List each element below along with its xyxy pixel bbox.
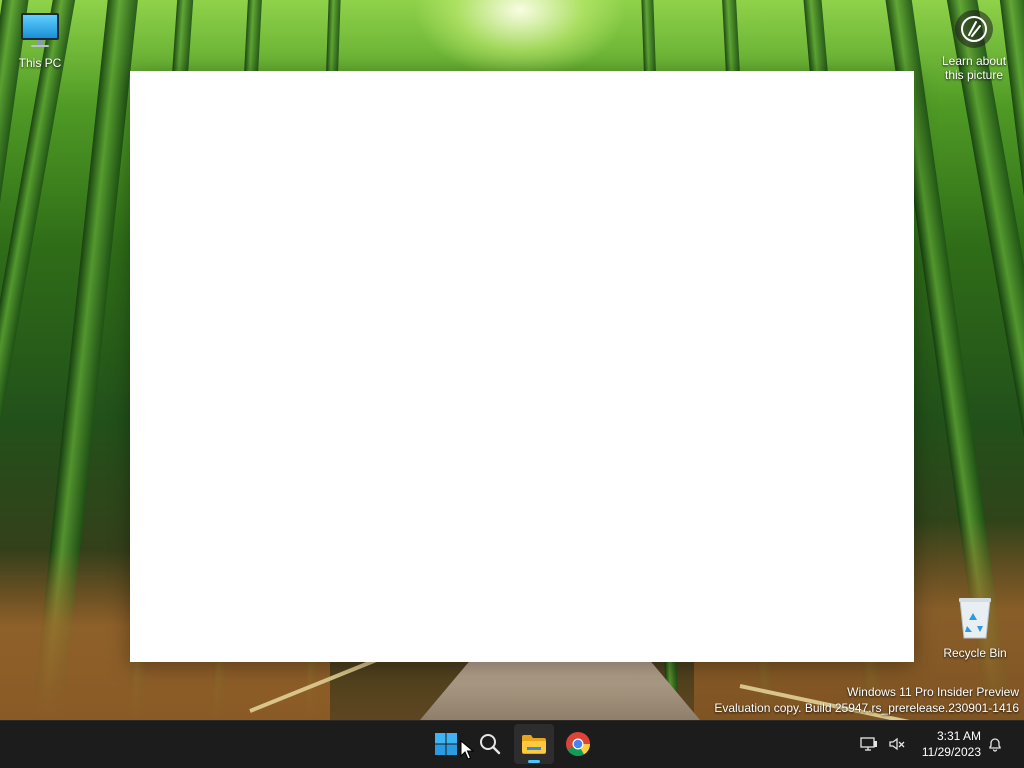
chrome-icon	[566, 732, 590, 757]
wallpaper-path	[420, 660, 700, 720]
bell-icon	[989, 738, 1001, 752]
mouse-cursor-icon	[460, 740, 474, 760]
blank-window[interactable]	[130, 71, 914, 662]
volume-muted-icon[interactable]	[888, 736, 906, 752]
recycle-bin-icon	[959, 598, 991, 639]
watermark-line2: Evaluation copy. Build 25947.rs_prerelea…	[714, 701, 1019, 715]
learn-picture-line2: this picture	[944, 68, 1004, 82]
computer-monitor-icon	[21, 13, 59, 47]
search-button[interactable]	[470, 724, 510, 764]
taskbar: 3:31 AM 11/29/2023	[0, 720, 1024, 768]
network-icon[interactable]	[860, 736, 878, 752]
system-tray	[860, 721, 906, 767]
watermark-line1: Windows 11 Pro Insider Preview	[847, 685, 1019, 699]
desktop-icon-recycle-bin[interactable]: Recycle Bin	[935, 596, 1015, 660]
learn-picture-line1: Learn about	[941, 54, 1007, 68]
file-explorer-button[interactable]	[514, 724, 554, 764]
clock-date: 11/29/2023	[921, 745, 981, 759]
desktop-icon-label: This PC	[18, 56, 62, 70]
chrome-button[interactable]	[558, 724, 598, 764]
evaluation-watermark: Windows 11 Pro Insider Preview Evaluatio…	[714, 684, 1019, 716]
camera-info-icon	[955, 10, 993, 48]
desktop-icon-this-pc[interactable]: This PC	[0, 10, 80, 70]
notifications-button[interactable]	[987, 721, 1003, 767]
desktop: This PC Recycle Bin Learn about this pic…	[0, 0, 1024, 768]
active-app-indicator	[528, 760, 540, 763]
clock-time: 3:31 AM	[936, 729, 981, 743]
taskbar-clock[interactable]: 3:31 AM 11/29/2023	[922, 728, 981, 760]
search-icon	[480, 734, 501, 755]
windows-logo-icon	[435, 733, 457, 755]
learn-about-picture-button[interactable]: Learn about this picture	[932, 10, 1016, 82]
desktop-icon-label: Recycle Bin	[943, 646, 1007, 660]
folder-icon	[522, 735, 546, 754]
